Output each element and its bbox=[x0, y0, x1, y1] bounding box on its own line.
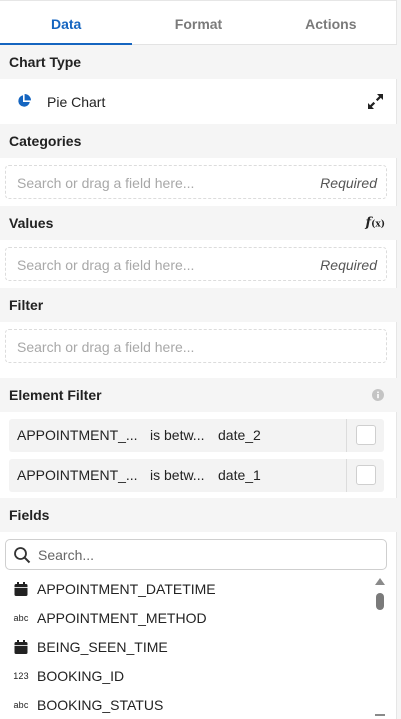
filter-heading-label: Filter bbox=[9, 297, 44, 313]
values-dropzone[interactable]: Search or drag a field here... Required bbox=[5, 247, 387, 281]
scroll-up-arrow-icon[interactable] bbox=[375, 578, 385, 585]
field-item-name: BEING_SEEN_TIME bbox=[37, 638, 168, 655]
values-heading: Values f(x) bbox=[0, 206, 397, 240]
calendar-icon bbox=[14, 581, 28, 596]
pie-chart-icon bbox=[18, 94, 31, 107]
tab-format[interactable]: Format bbox=[132, 4, 264, 44]
categories-required-label: Required bbox=[320, 175, 377, 191]
field-item[interactable]: APPOINTMENT_DATETIME bbox=[0, 574, 370, 603]
categories-heading: Categories bbox=[0, 124, 397, 158]
element-filter-field: APPOINTMENT_... bbox=[17, 427, 138, 443]
categories-dropzone[interactable]: Search or drag a field here... Required bbox=[5, 165, 387, 199]
fields-search-placeholder: Search... bbox=[38, 547, 95, 563]
info-icon[interactable] bbox=[372, 389, 384, 401]
tab-actions[interactable]: Actions bbox=[265, 4, 397, 44]
field-item[interactable]: abc APPOINTMENT_METHOD bbox=[0, 603, 370, 632]
chart-type-value: Pie Chart bbox=[47, 94, 106, 110]
chart-type-selector[interactable]: Pie Chart bbox=[0, 80, 397, 124]
fields-scrollbar[interactable] bbox=[373, 576, 387, 719]
scrollbar-thumb[interactable] bbox=[376, 593, 384, 610]
element-filter-checkbox[interactable] bbox=[356, 425, 376, 445]
filter-heading: Filter bbox=[0, 288, 397, 322]
element-filter-divider bbox=[346, 459, 347, 492]
scroll-down-arrow-icon[interactable] bbox=[375, 714, 385, 716]
fields-heading-label: Fields bbox=[9, 507, 50, 523]
field-item[interactable]: 123 BOOKING_ID bbox=[0, 661, 370, 690]
expand-icon[interactable] bbox=[367, 93, 384, 110]
field-item-name: APPOINTMENT_METHOD bbox=[37, 609, 207, 626]
chart-config-panel: Data Format Actions Chart Type Pie Chart… bbox=[0, 0, 397, 719]
chart-type-heading-label: Chart Type bbox=[9, 54, 82, 70]
element-filter-divider bbox=[346, 419, 347, 452]
element-filter-checkbox[interactable] bbox=[356, 465, 376, 485]
element-filter-row[interactable]: APPOINTMENT_... is betw... date_2 bbox=[9, 419, 384, 452]
field-item-name: APPOINTMENT_DATETIME bbox=[37, 580, 216, 597]
element-filter-heading-label: Element Filter bbox=[9, 387, 102, 403]
panel-edge bbox=[397, 0, 401, 719]
field-item[interactable]: BEING_SEEN_TIME bbox=[0, 632, 370, 661]
filter-dropzone[interactable]: Search or drag a field here... bbox=[5, 329, 387, 363]
element-filter-row[interactable]: APPOINTMENT_... is betw... date_1 bbox=[9, 459, 384, 492]
tab-data[interactable]: Data bbox=[0, 4, 133, 45]
categories-placeholder: Search or drag a field here... bbox=[17, 175, 195, 191]
element-filter-value: date_2 bbox=[218, 427, 261, 443]
values-heading-label: Values bbox=[9, 215, 54, 231]
values-required-label: Required bbox=[320, 257, 377, 273]
filter-placeholder: Search or drag a field here... bbox=[17, 339, 195, 355]
search-icon bbox=[14, 547, 31, 564]
text-type-icon: abc bbox=[13, 612, 29, 623]
chart-type-heading: Chart Type bbox=[0, 45, 397, 79]
element-filter-field: APPOINTMENT_... bbox=[17, 467, 138, 483]
categories-heading-label: Categories bbox=[9, 133, 82, 149]
field-item-name: BOOKING_ID bbox=[37, 667, 125, 684]
element-filter-value: date_1 bbox=[218, 467, 261, 483]
formula-icon[interactable]: f(x) bbox=[366, 216, 385, 231]
fields-heading: Fields bbox=[0, 498, 397, 532]
field-item-name: BOOKING_STATUS bbox=[37, 696, 164, 713]
calendar-icon bbox=[14, 639, 28, 654]
element-filter-heading: Element Filter bbox=[0, 378, 397, 412]
number-type-icon: 123 bbox=[13, 670, 29, 681]
values-placeholder: Search or drag a field here... bbox=[17, 257, 195, 273]
panel-tabs: Data Format Actions bbox=[0, 4, 397, 45]
element-filter-operator: is betw... bbox=[150, 427, 205, 443]
text-type-icon: abc bbox=[13, 699, 29, 710]
field-item[interactable]: abc BOOKING_STATUS bbox=[0, 690, 370, 719]
element-filter-operator: is betw... bbox=[150, 467, 205, 483]
fields-search-input[interactable]: Search... bbox=[5, 539, 387, 570]
